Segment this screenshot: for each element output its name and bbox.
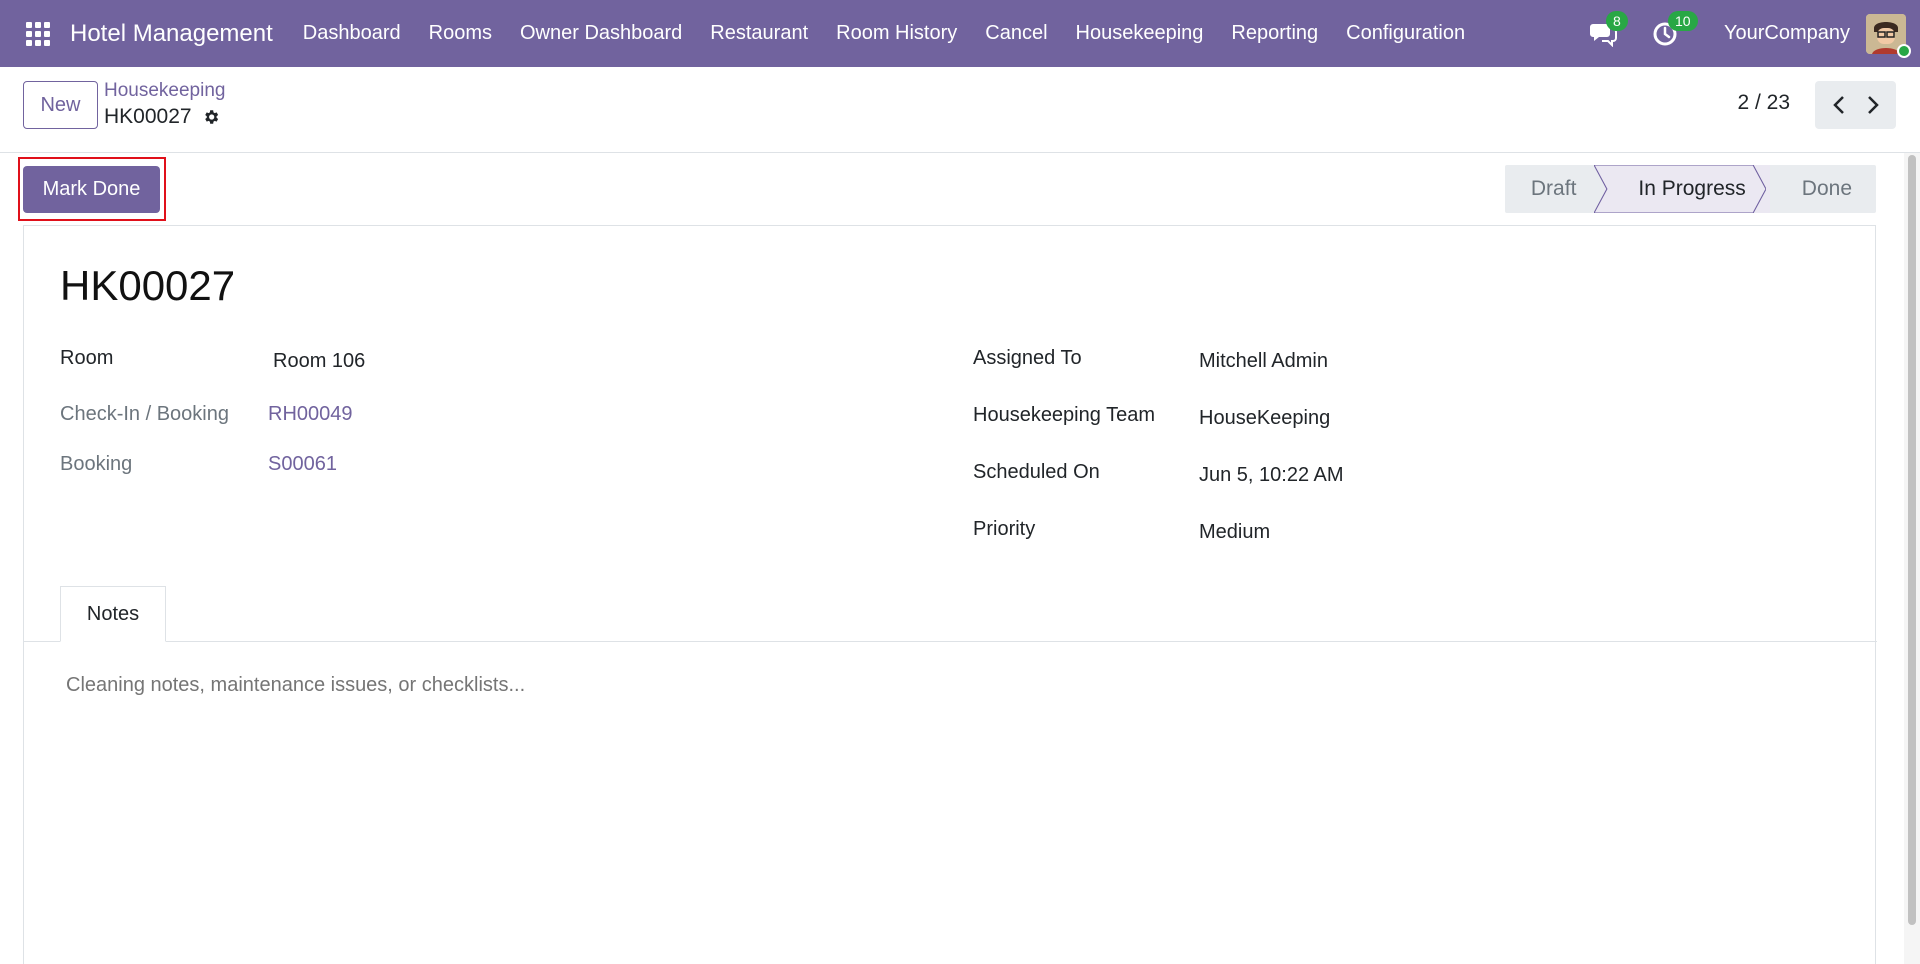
breadcrumb-current: HK00027 [104, 105, 220, 129]
new-button[interactable]: New [23, 81, 98, 129]
stage-in-progress[interactable]: In Progress [1594, 165, 1770, 213]
assigned-to-field[interactable]: Mitchell Admin [1199, 350, 1328, 373]
menu-item-rooms[interactable]: Rooms [415, 22, 506, 45]
menu-item-cancel[interactable]: Cancel [971, 22, 1061, 45]
checkin-booking-link[interactable]: RH00049 [268, 403, 353, 426]
checkin-booking-label: Check-In / Booking [60, 403, 229, 425]
app-brand[interactable]: Hotel Management [70, 20, 273, 48]
assigned-to-label: Assigned To [973, 347, 1082, 369]
messages-badge: 8 [1605, 10, 1628, 31]
menu-item-housekeeping[interactable]: Housekeeping [1062, 22, 1218, 45]
stage-done-label: Done [1801, 177, 1852, 200]
stage-draft-label: Draft [1530, 177, 1577, 200]
menu-item-owner-dashboard[interactable]: Owner Dashboard [506, 22, 696, 45]
menu-item-configuration[interactable]: Configuration [1332, 22, 1479, 45]
company-switcher[interactable]: YourCompany [1724, 22, 1850, 45]
tab-divider [24, 641, 1877, 642]
apps-grid-icon[interactable] [26, 21, 50, 46]
room-label: Room [60, 347, 114, 369]
pager-value[interactable]: 2 / 23 [1737, 91, 1790, 115]
chevron-left-icon [1832, 96, 1844, 114]
stage-in-progress-label: In Progress [1638, 177, 1746, 200]
room-field[interactable]: Room 106 [273, 350, 365, 373]
tab-notes[interactable]: Notes [60, 586, 166, 642]
online-status-dot [1897, 43, 1911, 58]
booking-label: Booking [60, 453, 133, 475]
mark-done-button[interactable]: Mark Done [23, 166, 160, 213]
control-panel: New Housekeeping HK00027 2 / 23 [0, 67, 1920, 153]
priority-label: Priority [973, 518, 1036, 540]
menu-item-restaurant[interactable]: Restaurant [696, 22, 822, 45]
scheduled-on-label: Scheduled On [973, 461, 1100, 483]
record-name: HK00027 [104, 105, 192, 128]
chevron-right-icon [1867, 96, 1879, 114]
priority-field[interactable]: Medium [1199, 521, 1270, 544]
notes-editor[interactable] [66, 674, 1826, 874]
top-navbar: Hotel Management Dashboard Rooms Owner D… [0, 0, 1920, 67]
gear-icon[interactable] [202, 108, 220, 126]
main-menu: Dashboard Rooms Owner Dashboard Restaura… [289, 22, 1479, 45]
booking-link[interactable]: S00061 [268, 453, 337, 476]
user-avatar[interactable] [1866, 13, 1911, 58]
activities-badge: 10 [1667, 10, 1698, 31]
activities-button[interactable]: 10 [1650, 10, 1698, 49]
scrollbar-thumb[interactable] [1908, 155, 1916, 925]
messages-button[interactable]: 8 [1588, 10, 1628, 49]
menu-item-dashboard[interactable]: Dashboard [289, 22, 415, 45]
navbar-systray: 8 10 YourCompany [1574, 0, 1920, 67]
menu-item-room-history[interactable]: Room History [822, 22, 971, 45]
page-scrollbar[interactable] [1904, 153, 1920, 964]
housekeeping-team-field[interactable]: HouseKeeping [1199, 407, 1330, 430]
breadcrumb-housekeeping[interactable]: Housekeeping [104, 80, 225, 102]
status-stages: Draft In Progress Done [1504, 165, 1876, 213]
menu-item-reporting[interactable]: Reporting [1217, 22, 1332, 45]
stage-done[interactable]: Done [1769, 165, 1876, 213]
stage-draft[interactable]: Draft [1504, 165, 1605, 213]
housekeeping-team-label: Housekeeping Team [973, 404, 1155, 426]
form-sheet: HK00027 Room Room 106 Check-In / Booking… [23, 225, 1877, 964]
pager-next-button[interactable] [1849, 81, 1896, 129]
scheduled-on-field[interactable]: Jun 5, 10:22 AM [1199, 464, 1344, 487]
record-title: HK00027 [60, 262, 236, 309]
